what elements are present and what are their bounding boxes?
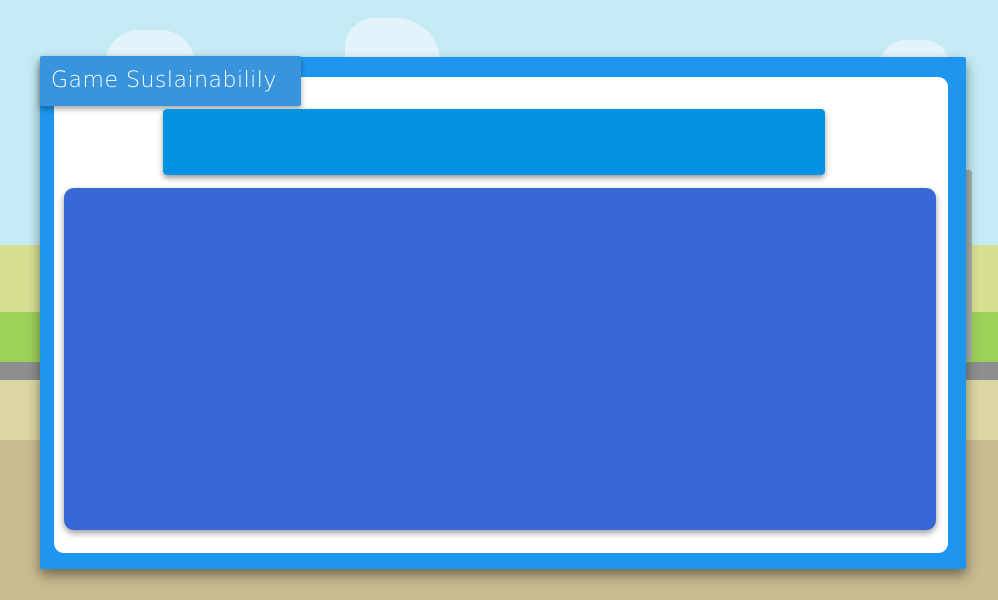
panel-title: Game Suslainabilily [40,56,301,106]
content-area [64,188,936,530]
game-scene: Game Suslainabilily [0,0,998,600]
header-bar [163,109,825,175]
